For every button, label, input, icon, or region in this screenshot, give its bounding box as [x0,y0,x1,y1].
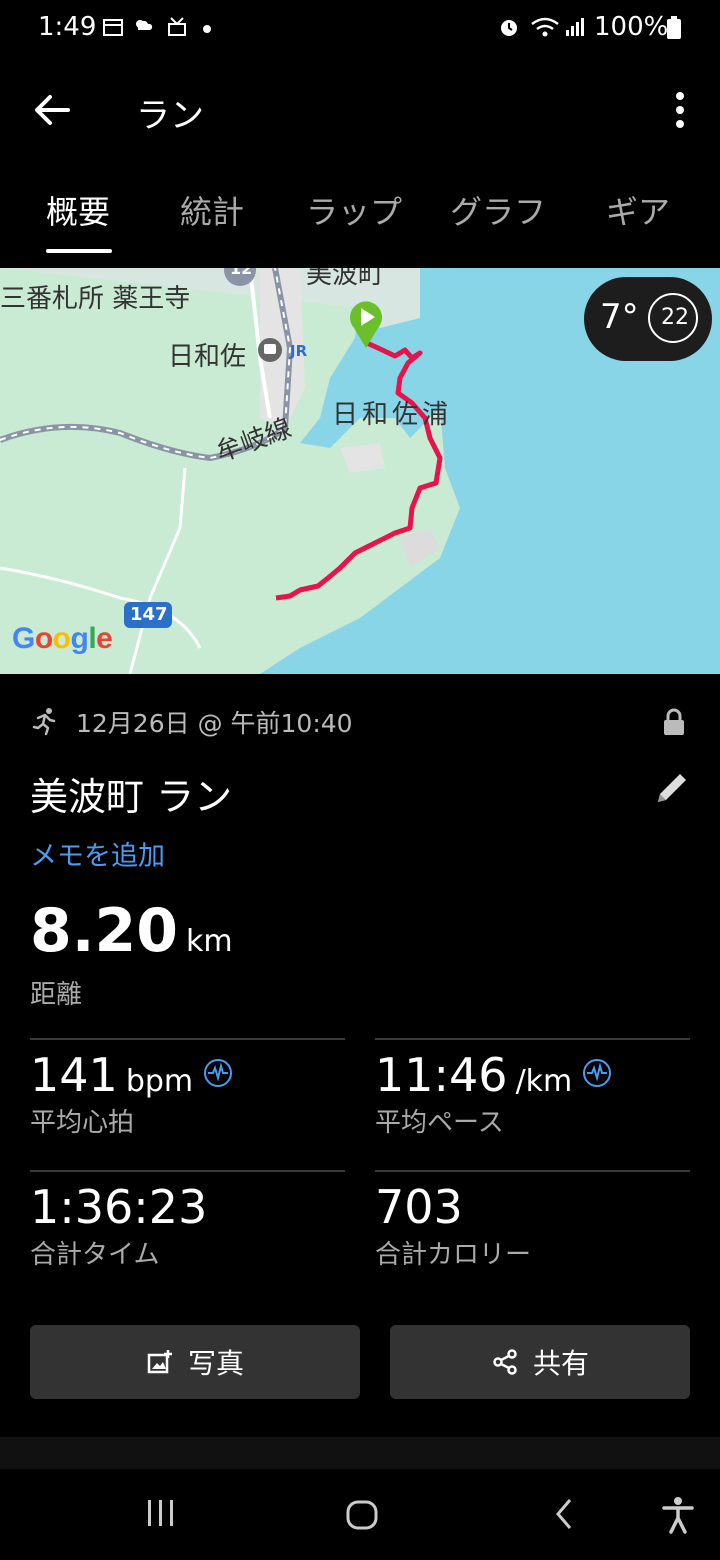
notification-icon [168,17,186,36]
weather-status-icon [136,20,153,30]
wind-dial-icon: 22 [648,293,698,343]
stat-avg-pace: 11:46/km 平均ペース [375,1048,612,1139]
start-pin [349,301,383,348]
avg-hr-label: 平均心拍 [30,1108,135,1138]
avg-pace-label: 平均ペース [375,1108,504,1138]
signal-icon [566,18,584,36]
stat-total-time: 1:36:23 合計タイム [30,1180,207,1271]
activity-name: 美波町 ラン [30,775,233,819]
tab-overview[interactable]: 概要 [46,187,110,233]
edit-pencil-icon[interactable] [652,768,692,808]
page-title: ラン [136,96,204,136]
system-nav-bar [0,1470,720,1560]
tab-bar: 概要 統計 ラップ グラフ ギア [0,165,720,255]
wind-value: 22 [661,305,689,330]
status-bar: 1:49 100% [0,0,720,60]
divider [375,1170,690,1172]
total-time-value: 1:36:23 [30,1180,208,1234]
distance-value: 8.20 km [30,896,233,966]
alarm-icon [501,20,517,36]
home-icon[interactable] [344,1496,380,1532]
back-arrow-icon[interactable] [24,82,80,138]
photo-label: 写真 [187,1347,244,1380]
map-label-jr: JR [290,342,308,360]
land-area [0,268,460,674]
add-memo-link[interactable]: メモを追加 [30,834,165,873]
stat-calories: 703 合計カロリー [375,1180,531,1271]
map-label-bay: 日和佐浦 [332,400,453,430]
map-label-station: 日和佐 [168,342,247,372]
back-nav-icon[interactable] [550,1496,580,1532]
add-photo-button[interactable]: 写真 [30,1325,360,1399]
total-time-label: 合計タイム [30,1240,160,1270]
map-label-pin12: 12 [230,268,253,278]
share-button[interactable]: 共有 [390,1325,690,1399]
calories-value: 703 [375,1180,463,1234]
wifi-icon [531,17,559,37]
tab-stats[interactable]: 統計 [180,187,244,233]
battery-percent: 100% [594,12,669,42]
add-photo-icon [147,1350,172,1374]
tab-laps[interactable]: ラップ [306,187,402,233]
recent-apps-icon[interactable] [144,1496,178,1530]
map-label-town: 美波町 [306,268,385,290]
divider [30,1038,345,1040]
calendar-icon [103,19,123,36]
run-icon [32,708,56,736]
avg-pace-value: 11:46 [375,1048,508,1102]
map-label-route-no: 147 [130,604,168,625]
divider [375,1038,690,1040]
accessibility-icon[interactable] [660,1496,696,1534]
share-label: 共有 [532,1347,589,1380]
weather-temp: 7° [600,297,639,337]
dot-icon [203,25,211,33]
activity-meta: 12月26日 @ 午前10:40 [30,700,690,744]
calories-label: 合計カロリー [375,1240,532,1270]
status-time: 1:49 [38,12,97,42]
distance-unit: km [186,924,233,959]
avg-hr-unit: bpm [125,1064,194,1099]
google-logo: Google [12,622,113,655]
distance-number: 8.20 [30,896,179,966]
tab-graph[interactable]: グラフ [450,187,546,233]
tab-gear[interactable]: ギア [606,187,670,233]
heart-rate-icon[interactable] [203,1058,233,1088]
activity-datetime: 12月26日 @ 午前10:40 [76,709,353,738]
avg-hr-value: 141 [30,1048,118,1102]
tab-indicator [46,249,112,253]
divider [30,1170,345,1172]
lock-icon[interactable] [662,708,686,736]
app-bar: ラン [0,60,720,160]
distance-label: 距離 [30,980,83,1010]
map-label-temple: 三番札所 薬王寺 [0,284,191,314]
weather-badge: 7° 22 [584,277,712,361]
avg-pace-unit: /km [515,1064,573,1099]
share-icon [493,1349,517,1375]
more-vert-icon[interactable] [660,82,700,138]
content-bottom-edge [0,1437,720,1469]
stat-avg-hr: 141 bpm 平均心拍 [30,1048,233,1139]
pace-analysis-icon[interactable] [582,1058,612,1088]
battery-icon [667,16,681,39]
